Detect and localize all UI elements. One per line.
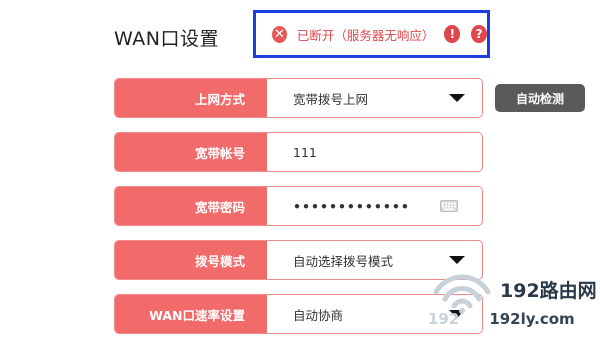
account-input[interactable]: 111: [267, 133, 482, 171]
password-value: •••••••••••••: [293, 198, 410, 214]
field-label: 上网方式: [115, 79, 267, 117]
site-watermark: 192路由网 192 192ly.com: [428, 270, 600, 357]
dropdown-arrow-icon[interactable]: [449, 94, 465, 102]
field-label: 宽带帐号: [115, 133, 267, 171]
status-text: 已断开（服务器无响应）: [296, 27, 435, 43]
keyboard-icon[interactable]: [440, 200, 458, 212]
field-label: 宽带密码: [115, 187, 267, 225]
form-row-connection-type: 上网方式 宽带拨号上网: [114, 78, 483, 118]
form-row-password: 宽带密码 •••••••••••••: [114, 186, 483, 226]
close-circle-icon: ✕: [272, 25, 287, 43]
wifi-logo-icon: [433, 274, 491, 314]
select-value: 自动选择拨号模式: [293, 253, 394, 269]
watermark-number: 192: [428, 310, 460, 328]
exclamation-circle-icon[interactable]: !: [444, 25, 461, 43]
select-value: 自动协商: [293, 307, 344, 323]
field-label: 拨号模式: [115, 241, 267, 279]
watermark-brand: 192路由网: [500, 280, 597, 302]
field-label: WAN口速率设置: [115, 295, 267, 333]
connection-status: ✕ 已断开（服务器无响应） ! ?: [253, 10, 490, 58]
watermark-domain: 192 192ly.com: [428, 310, 575, 328]
auto-detect-button[interactable]: 自动检测: [495, 84, 585, 112]
connection-type-select[interactable]: 宽带拨号上网: [267, 79, 482, 117]
select-value: 宽带拨号上网: [293, 91, 369, 107]
dropdown-arrow-icon[interactable]: [449, 256, 465, 264]
help-circle-icon[interactable]: ?: [471, 25, 487, 43]
page-title: WAN口设置: [114, 28, 219, 50]
input-value: 111: [293, 144, 317, 160]
form-row-account: 宽带帐号 111: [114, 132, 483, 172]
password-input[interactable]: •••••••••••••: [267, 187, 482, 225]
watermark-url: 192ly.com: [489, 310, 575, 328]
